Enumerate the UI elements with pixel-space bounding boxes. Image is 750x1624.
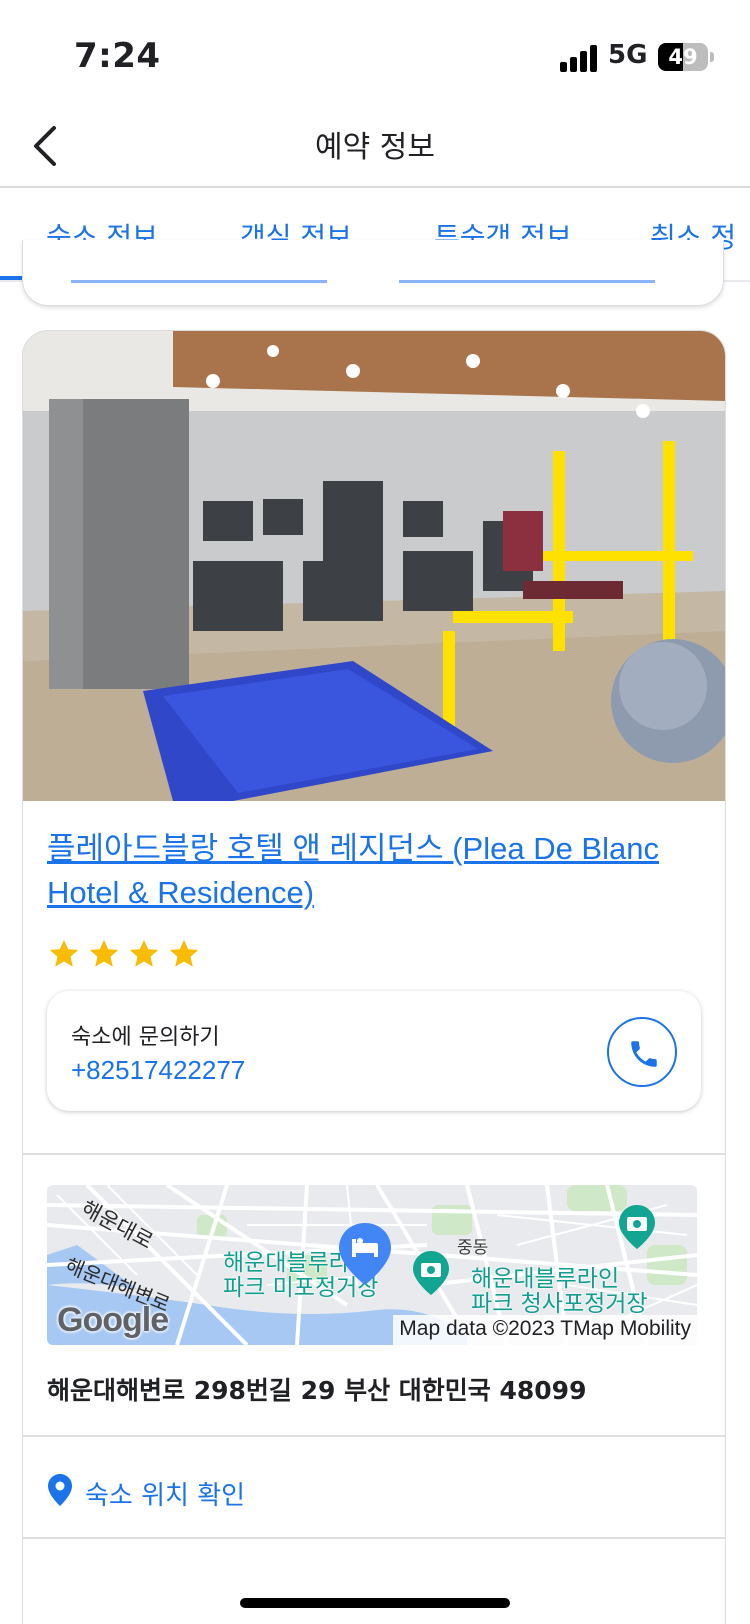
- page-title: 예약 정보: [315, 130, 435, 165]
- star-icon: [89, 939, 119, 967]
- contact-card: 숙소에 문의하기 +82517422277: [47, 991, 701, 1111]
- contact-label: 숙소에 문의하기: [71, 1025, 220, 1050]
- status-time: 7:24: [74, 36, 161, 76]
- google-logo: Google: [57, 1301, 169, 1339]
- network-type: 5G: [608, 40, 648, 70]
- star-icon: [169, 939, 199, 967]
- star-rating: [47, 937, 207, 971]
- star-icon: [129, 939, 159, 967]
- star-icon: [49, 939, 79, 967]
- location-pin-icon: [48, 1474, 72, 1506]
- battery-cap: [710, 52, 714, 62]
- previous-card: [22, 240, 724, 306]
- phone-number-link[interactable]: +82517422277: [71, 1055, 245, 1086]
- camera-marker-icon: [413, 1251, 449, 1295]
- view-location-label: 숙소 위치 확인: [85, 1481, 246, 1511]
- camera-marker-icon: [619, 1205, 655, 1249]
- battery-icon: 49: [658, 43, 708, 71]
- phone-icon: [631, 1041, 657, 1067]
- home-indicator: [240, 1598, 510, 1608]
- map-poi-line: 파크 청사포정거장: [471, 1291, 648, 1317]
- map-label-district: 중동: [457, 1238, 489, 1258]
- location-map[interactable]: 해운대로 해운대해변로 중동 해운대블루라인 파크 미포정거장 해운대블루라인 …: [47, 1185, 697, 1345]
- status-bar: 7:24 5G 49: [0, 0, 750, 100]
- map-label-poi: 해운대블루라인 파크 청사포정거장: [471, 1267, 648, 1317]
- hotel-name-link[interactable]: 플레아드블랑 호텔 앤 레지던스 (Plea De Blanc Hotel & …: [47, 827, 687, 915]
- signal-icon: [560, 44, 600, 72]
- map-poi-line: 해운대블루라인: [471, 1266, 620, 1292]
- hotel-gym-photo: [23, 331, 725, 801]
- hotel-address: 해운대해변로 298번길 29 부산 대한민국 48099: [47, 1376, 587, 1405]
- section-divider: [23, 1153, 725, 1155]
- map-attribution: Map data ©2023 TMap Mobility: [393, 1315, 697, 1345]
- hotel-marker-icon: [339, 1223, 391, 1285]
- call-button[interactable]: [607, 1017, 677, 1087]
- section-divider: [23, 1435, 725, 1437]
- battery-level: 49: [668, 45, 698, 69]
- section-divider: [23, 1537, 725, 1539]
- app-header: 예약 정보: [0, 100, 750, 188]
- hotel-card: 플레아드블랑 호텔 앤 레지던스 (Plea De Blanc Hotel & …: [22, 330, 726, 1624]
